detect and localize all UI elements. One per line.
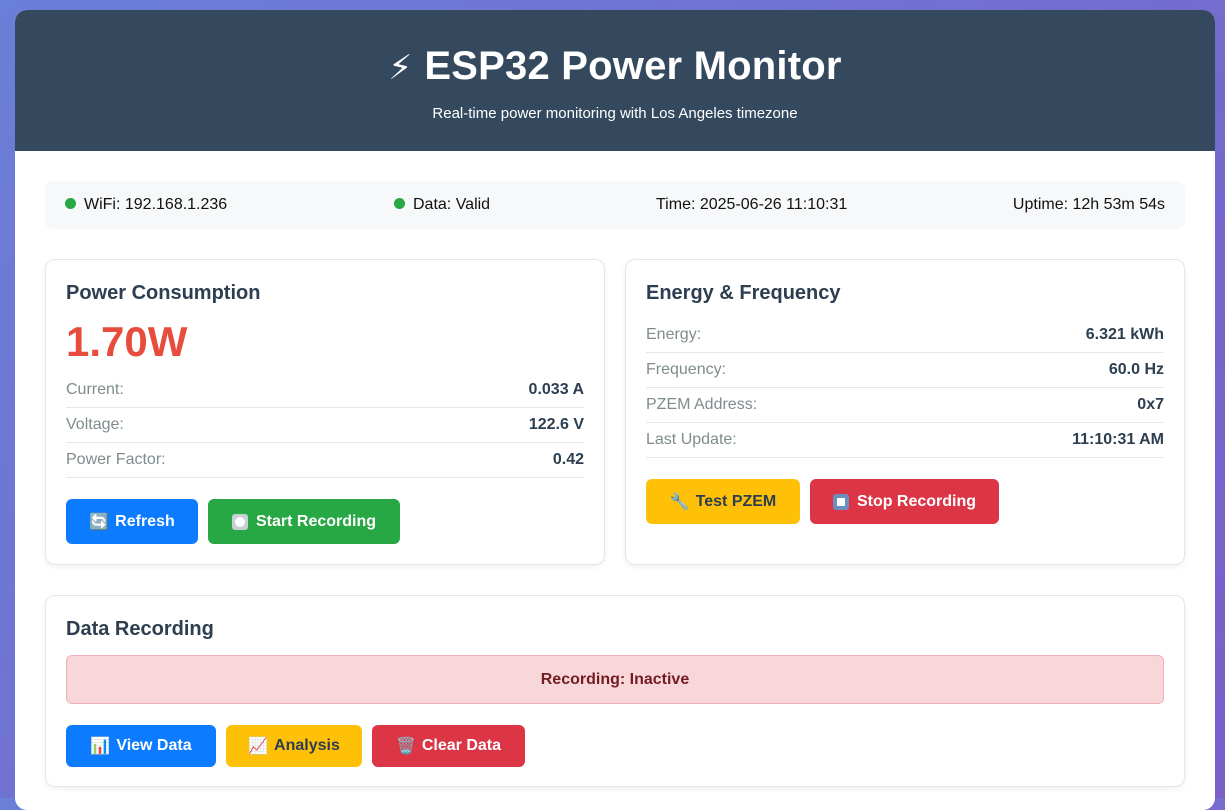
page-subtitle: Real-time power monitoring with Los Ange… [432,105,798,122]
metric-label: PZEM Address: [646,396,758,413]
metric-value: 60.0 Hz [1108,361,1164,378]
metric-label: Power Factor: [66,451,166,468]
bar-chart-icon: 📊 [90,738,111,755]
stop-recording-label: Stop Recording [856,492,977,510]
status-bar: WiFi: 192.168.1.236 Data: Valid Time: 20… [45,181,1185,229]
refresh-button[interactable]: 🔄 Refresh [66,499,198,544]
data-status-text: Data: Valid [413,196,491,213]
record-icon [231,513,248,530]
energy-frequency-card: Energy & Frequency Energy: 6.321 kWh Fre… [625,259,1185,565]
wifi-status-text: WiFi: 192.168.1.236 [84,196,228,213]
uptime-status: Uptime: 12h 53m 54s [1012,196,1165,213]
power-card-title: Power Consumption [66,282,261,304]
metric-value: 122.6 V [528,416,584,433]
power-metrics-list: Current: 0.033 A Voltage: 122.6 V Power … [66,373,584,478]
power-consumption-card: Power Consumption 1.70W Current: 0.033 A… [45,259,605,565]
clear-data-button[interactable]: 🗑️ Clear Data [372,725,525,767]
stop-recording-button[interactable]: Stop Recording [810,479,999,524]
start-recording-button[interactable]: Start Recording [208,499,400,544]
clear-data-label: Clear Data [421,737,502,754]
metric-label: Last Update: [646,431,737,448]
power-value: 1.70W [66,318,188,365]
stop-icon [832,493,849,510]
start-recording-label: Start Recording [255,512,376,530]
metric-row-current: Current: 0.033 A [66,373,584,408]
analysis-label: Analysis [274,737,340,754]
metric-value: 0x7 [1137,396,1164,413]
metric-value: 11:10:31 AM [1072,431,1164,448]
energy-card-title: Energy & Frequency [646,282,841,304]
data-status: Data: Valid [394,196,490,214]
refresh-icon: 🔄 [89,513,110,531]
page-title: ⚡ ESP32 Power Monitor [15,44,1215,90]
wifi-status: WiFi: 192.168.1.236 [65,196,227,214]
metric-value: 0.033 A [528,381,584,398]
metric-row-pzem-address: PZEM Address: 0x7 [646,388,1164,423]
line-chart-icon: 📈 [248,738,269,755]
wrench-icon: 🔧 [669,493,690,511]
data-recording-card: Data Recording Recording: Inactive 📊 View… [45,595,1185,787]
energy-metrics-list: Energy: 6.321 kWh Frequency: 60.0 Hz PZE… [646,318,1164,458]
analysis-button[interactable]: 📈 Analysis [226,725,362,767]
metric-label: Energy: [646,326,702,343]
metric-row-energy: Energy: 6.321 kWh [646,318,1164,353]
metric-row-last-update: Last Update: 11:10:31 AM [646,423,1164,458]
test-pzem-button[interactable]: 🔧 Test PZEM [646,479,800,524]
recording-card-title: Data Recording [66,618,214,640]
refresh-button-label: Refresh [115,512,175,530]
view-data-label: View Data [116,737,192,754]
data-status-dot-icon [394,198,405,209]
metric-row-frequency: Frequency: 60.0 Hz [646,353,1164,388]
lightning-bolt-icon: ⚡ [388,49,413,87]
metric-value: 6.321 kWh [1085,326,1164,343]
metric-label: Frequency: [646,361,727,378]
trash-icon: 🗑️ [395,738,416,755]
wifi-status-dot-icon [65,198,76,209]
time-status: Time: 2025-06-26 11:10:31 [656,196,848,213]
app-container: ⚡ ESP32 Power Monitor Real-time power mon… [15,10,1215,810]
page-header: ⚡ ESP32 Power Monitor Real-time power mon… [15,10,1215,151]
page-title-text: ESP32 Power Monitor [424,44,842,88]
test-pzem-label: Test PZEM [695,492,777,510]
recording-status-banner: Recording: Inactive [66,655,1164,704]
metric-row-power-factor: Power Factor: 0.42 [66,443,584,478]
metric-value: 0.42 [552,451,584,468]
view-data-button[interactable]: 📊 View Data [66,725,216,767]
metric-label: Current: [66,381,124,398]
metric-label: Voltage: [66,416,124,433]
metric-row-voltage: Voltage: 122.6 V [66,408,584,443]
